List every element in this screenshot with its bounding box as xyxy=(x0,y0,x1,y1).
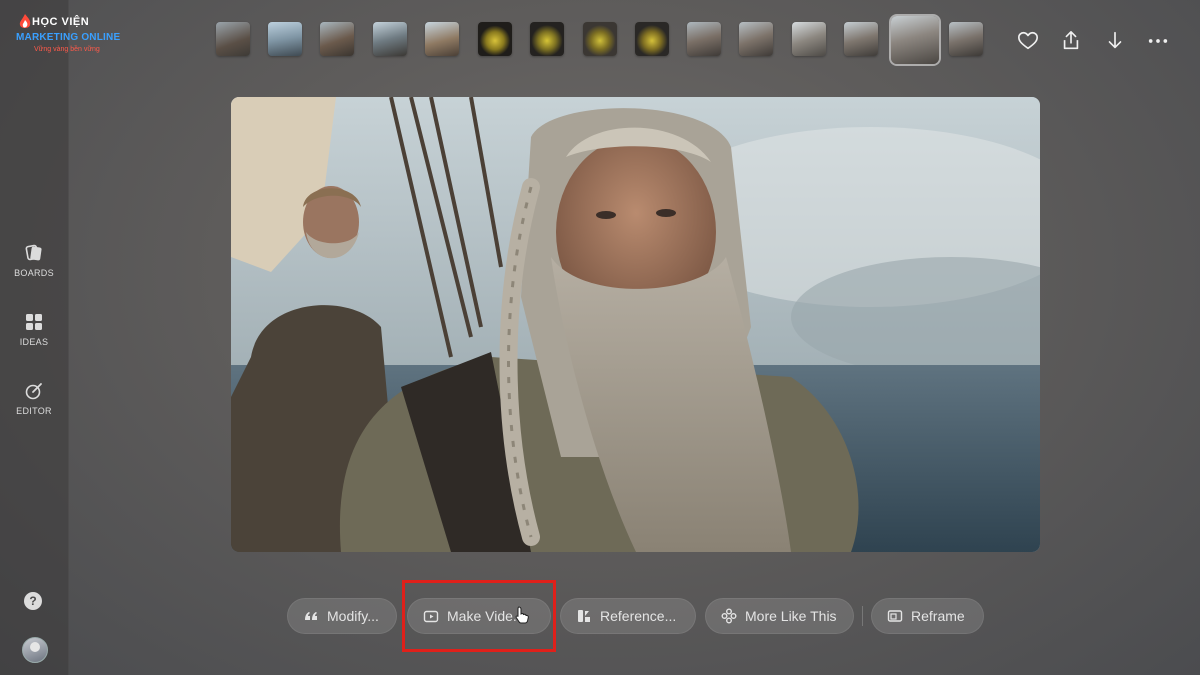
ideas-icon xyxy=(26,314,42,330)
thumbnail[interactable] xyxy=(373,22,407,56)
more-like-this-button[interactable]: More Like This xyxy=(705,598,854,634)
sidebar-item-editor[interactable]: EDITOR xyxy=(0,382,68,416)
toolbar-divider xyxy=(862,606,863,626)
thumbnail[interactable] xyxy=(635,22,669,56)
reference-label: Reference... xyxy=(600,608,677,624)
thumbnail[interactable] xyxy=(320,22,354,56)
reframe-label: Reframe xyxy=(911,608,965,624)
thumbnail[interactable] xyxy=(687,22,721,56)
thumbnail[interactable] xyxy=(949,22,983,56)
quote-icon xyxy=(305,612,317,620)
hand-cursor-icon xyxy=(515,606,529,624)
sidebar-item-label: IDEAS xyxy=(19,337,49,347)
thumbnail[interactable] xyxy=(478,22,512,56)
thumbnail[interactable] xyxy=(844,22,878,56)
thumbnail[interactable] xyxy=(583,22,617,56)
logo-tagline: Vững vàng bền vững xyxy=(34,46,100,53)
video-icon xyxy=(423,610,439,623)
thumbnail[interactable] xyxy=(268,22,302,56)
boards-icon xyxy=(25,244,42,261)
thumbnail[interactable] xyxy=(216,22,250,56)
thumbnail[interactable] xyxy=(530,22,564,56)
editor-icon xyxy=(25,383,42,400)
download-icon[interactable] xyxy=(1104,30,1126,52)
thumbnail[interactable] xyxy=(792,22,826,56)
reframe-button[interactable]: Reframe xyxy=(871,598,984,634)
more-like-this-label: More Like This xyxy=(745,608,837,624)
more-like-this-icon xyxy=(721,608,737,624)
make-video-label: Make Vide... xyxy=(447,608,525,624)
reference-button[interactable]: Reference... xyxy=(560,598,696,634)
sidebar-item-ideas[interactable]: IDEAS xyxy=(0,313,68,347)
thumbnail[interactable] xyxy=(425,22,459,56)
sidebar-item-boards[interactable]: BOARDS xyxy=(0,244,68,278)
reframe-icon xyxy=(887,610,903,622)
modify-button[interactable]: Modify... xyxy=(287,598,397,634)
share-icon[interactable] xyxy=(1060,30,1082,52)
brand-logo: HỌC VIỆN MARKETING ONLINE Vững vàng bền … xyxy=(14,14,126,62)
sidebar-item-label: BOARDS xyxy=(14,268,54,278)
reference-icon xyxy=(578,610,590,622)
more-icon[interactable] xyxy=(1147,30,1169,52)
flame-icon xyxy=(19,14,31,28)
make-video-button[interactable]: Make Vide... xyxy=(407,598,551,634)
avatar[interactable] xyxy=(22,637,48,663)
sidebar-item-label: EDITOR xyxy=(16,406,52,416)
thumbnail-active[interactable] xyxy=(891,16,939,64)
modify-label: Modify... xyxy=(327,608,379,624)
logo-line-1: HỌC VIỆN xyxy=(32,16,90,28)
heart-icon[interactable] xyxy=(1017,30,1039,52)
logo-line-2: MARKETING ONLINE xyxy=(16,32,121,43)
help-button[interactable]: ? xyxy=(24,592,42,610)
main-image xyxy=(231,97,1040,552)
thumbnail[interactable] xyxy=(739,22,773,56)
